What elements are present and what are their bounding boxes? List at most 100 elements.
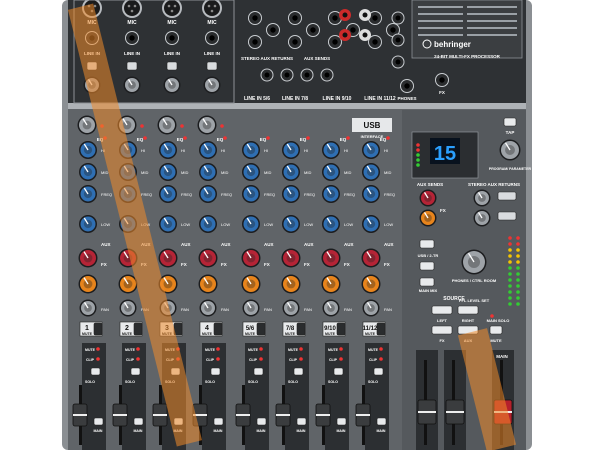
fx-send-knob[interactable] (198, 274, 218, 294)
main-mix-button[interactable] (419, 277, 435, 287)
phones-jack[interactable] (400, 79, 414, 93)
eq-hi-knob[interactable] (159, 141, 177, 159)
pan-knob[interactable] (282, 299, 300, 317)
aux-send-master-knob[interactable] (419, 189, 437, 207)
aux-jack[interactable] (280, 68, 294, 82)
line-in-jack[interactable] (205, 31, 219, 45)
pan-knob[interactable] (322, 299, 340, 317)
line-in-jack-left[interactable] (248, 11, 262, 25)
line-in-jack-right[interactable] (288, 35, 302, 49)
rca-jack[interactable] (339, 29, 351, 41)
eq-mid-knob[interactable] (242, 163, 260, 181)
solo-button[interactable] (210, 367, 221, 376)
rca-jack[interactable] (359, 29, 371, 41)
channel-fader[interactable] (275, 403, 291, 427)
mute-button[interactable] (296, 322, 306, 336)
fx-send-knob[interactable] (321, 274, 341, 294)
aux-jack[interactable] (260, 68, 274, 82)
aux-return-knob[interactable] (473, 189, 491, 207)
solo-button[interactable] (333, 367, 344, 376)
aux-send-knob[interactable] (321, 248, 341, 268)
pan-knob[interactable] (242, 299, 260, 317)
fx-return-button[interactable] (497, 211, 517, 221)
main-out-jack[interactable] (391, 55, 405, 69)
eq-freq-knob[interactable] (79, 185, 97, 203)
eq-freq-knob[interactable] (242, 185, 260, 203)
line-in-jack[interactable] (125, 31, 139, 45)
eq-freq-knob[interactable] (159, 185, 177, 203)
fx-master-fader[interactable] (445, 399, 465, 425)
phones-ctrl-room-knob[interactable] (461, 249, 487, 275)
fx-send-master-knob[interactable] (419, 209, 437, 227)
eq-hi-knob[interactable] (79, 141, 97, 159)
solo-button[interactable] (253, 367, 264, 376)
eq-low-knob[interactable] (282, 215, 300, 233)
low-cut-button[interactable] (126, 61, 138, 71)
eq-hi-knob[interactable] (242, 141, 260, 159)
main-out-jack[interactable] (391, 33, 405, 47)
aux-send-knob[interactable] (158, 248, 178, 268)
eq-low-knob[interactable] (322, 215, 340, 233)
main-assign-button[interactable] (376, 417, 387, 426)
fx-send-knob[interactable] (361, 274, 381, 294)
usb-to-main-button[interactable] (419, 261, 435, 271)
line-in-jack[interactable] (266, 23, 280, 37)
solo-button[interactable] (293, 367, 304, 376)
source-right-button[interactable] (457, 305, 479, 315)
comp-knob[interactable] (157, 115, 177, 135)
line-in-jack-right[interactable] (248, 35, 262, 49)
line-in-jack[interactable] (165, 31, 179, 45)
aux-master-fader[interactable] (417, 399, 437, 425)
eq-freq-knob[interactable] (322, 185, 340, 203)
fx-send-knob[interactable] (281, 274, 301, 294)
aux-send-knob[interactable] (78, 248, 98, 268)
eq-hi-knob[interactable] (199, 141, 217, 159)
channel-fader[interactable] (72, 403, 88, 427)
line-in-jack-left[interactable] (288, 11, 302, 25)
solo-button[interactable] (130, 367, 141, 376)
main-out-jack[interactable] (391, 11, 405, 25)
gain-knob[interactable] (123, 76, 141, 94)
gain-knob[interactable] (163, 76, 181, 94)
mute-button[interactable] (213, 322, 223, 336)
aux-send-knob[interactable] (281, 248, 301, 268)
eq-freq-knob[interactable] (362, 185, 380, 203)
main-assign-button[interactable] (256, 417, 267, 426)
comp-knob[interactable] (197, 115, 217, 135)
gain-knob[interactable] (203, 76, 221, 94)
eq-freq-knob[interactable] (199, 185, 217, 203)
rca-jack[interactable] (359, 9, 371, 21)
eq-mid-knob[interactable] (362, 163, 380, 181)
main-assign-button[interactable] (133, 417, 144, 426)
eq-low-knob[interactable] (79, 215, 97, 233)
aux-jack[interactable] (320, 68, 334, 82)
eq-mid-knob[interactable] (159, 163, 177, 181)
channel-fader[interactable] (112, 403, 128, 427)
eq-hi-knob[interactable] (322, 141, 340, 159)
low-cut-button[interactable] (206, 61, 218, 71)
line-in-jack[interactable] (306, 23, 320, 37)
comp-knob[interactable] (77, 115, 97, 135)
fx-send-knob[interactable] (78, 274, 98, 294)
eq-mid-knob[interactable] (79, 163, 97, 181)
aux-jack[interactable] (300, 68, 314, 82)
eq-hi-knob[interactable] (362, 141, 380, 159)
fx-send-jack[interactable] (435, 73, 449, 87)
rca-jack[interactable] (339, 9, 351, 21)
channel-fader[interactable] (235, 403, 251, 427)
solo-button[interactable] (90, 367, 101, 376)
usb-2tr-button[interactable] (419, 239, 435, 249)
source-fx-button[interactable] (431, 325, 453, 335)
channel-fader[interactable] (315, 403, 331, 427)
pan-knob[interactable] (79, 299, 97, 317)
eq-mid-knob[interactable] (322, 163, 340, 181)
eq-mid-knob[interactable] (199, 163, 217, 181)
aux-return-button[interactable] (497, 191, 517, 201)
low-cut-button[interactable] (166, 61, 178, 71)
mute-button[interactable] (133, 322, 143, 336)
eq-freq-knob[interactable] (282, 185, 300, 203)
aux-send-knob[interactable] (198, 248, 218, 268)
eq-low-knob[interactable] (362, 215, 380, 233)
main-assign-button[interactable] (296, 417, 307, 426)
program-knob[interactable] (499, 139, 521, 161)
